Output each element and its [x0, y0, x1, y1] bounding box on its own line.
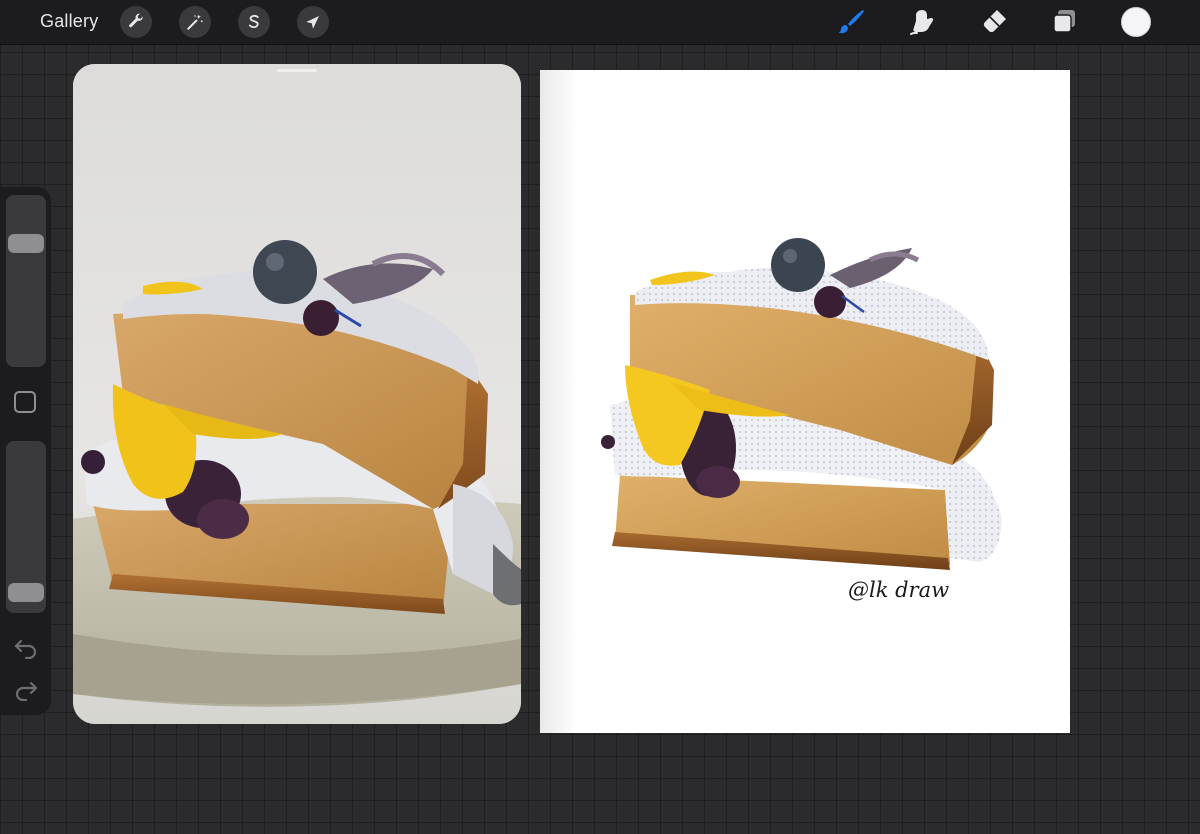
- layers-icon: [1053, 10, 1075, 33]
- eraser-tool-button[interactable]: [979, 7, 1009, 37]
- gallery-button[interactable]: Gallery: [40, 11, 98, 32]
- undo-icon[interactable]: [13, 637, 39, 659]
- wrench-icon: [129, 13, 143, 28]
- drawing-canvas[interactable]: @lk draw: [540, 70, 1070, 733]
- actions-button[interactable]: [120, 6, 152, 38]
- modify-button[interactable]: [14, 391, 36, 413]
- brush-icon: [838, 10, 864, 34]
- reference-drag-handle[interactable]: [277, 69, 317, 72]
- color-picker-button[interactable]: [1121, 7, 1151, 37]
- eraser-icon: [983, 10, 1006, 33]
- reference-window[interactable]: [73, 64, 521, 724]
- selection-s-icon: [248, 14, 259, 29]
- artist-signature: @lk draw: [848, 578, 949, 602]
- cake-photo: [73, 64, 521, 724]
- smudge-tool-button[interactable]: [907, 7, 937, 37]
- cake-illustration: @lk draw: [540, 70, 1070, 733]
- brush-opacity-thumb[interactable]: [8, 582, 44, 602]
- brush-size-thumb[interactable]: [8, 233, 44, 253]
- brush-tool-button[interactable]: [836, 7, 866, 37]
- arrow-cursor-icon: [306, 16, 319, 29]
- top-toolbar: Gallery: [0, 0, 1200, 45]
- left-sidebar: [0, 187, 51, 715]
- brush-opacity-slider[interactable]: [6, 441, 46, 613]
- selection-button[interactable]: [238, 6, 270, 38]
- redo-icon[interactable]: [13, 679, 39, 701]
- magic-wand-icon: [187, 14, 203, 30]
- layers-button[interactable]: [1050, 7, 1080, 37]
- smudge-icon: [910, 10, 934, 35]
- adjustments-button[interactable]: [179, 6, 211, 38]
- transform-button[interactable]: [297, 6, 329, 38]
- brush-size-slider[interactable]: [6, 195, 46, 367]
